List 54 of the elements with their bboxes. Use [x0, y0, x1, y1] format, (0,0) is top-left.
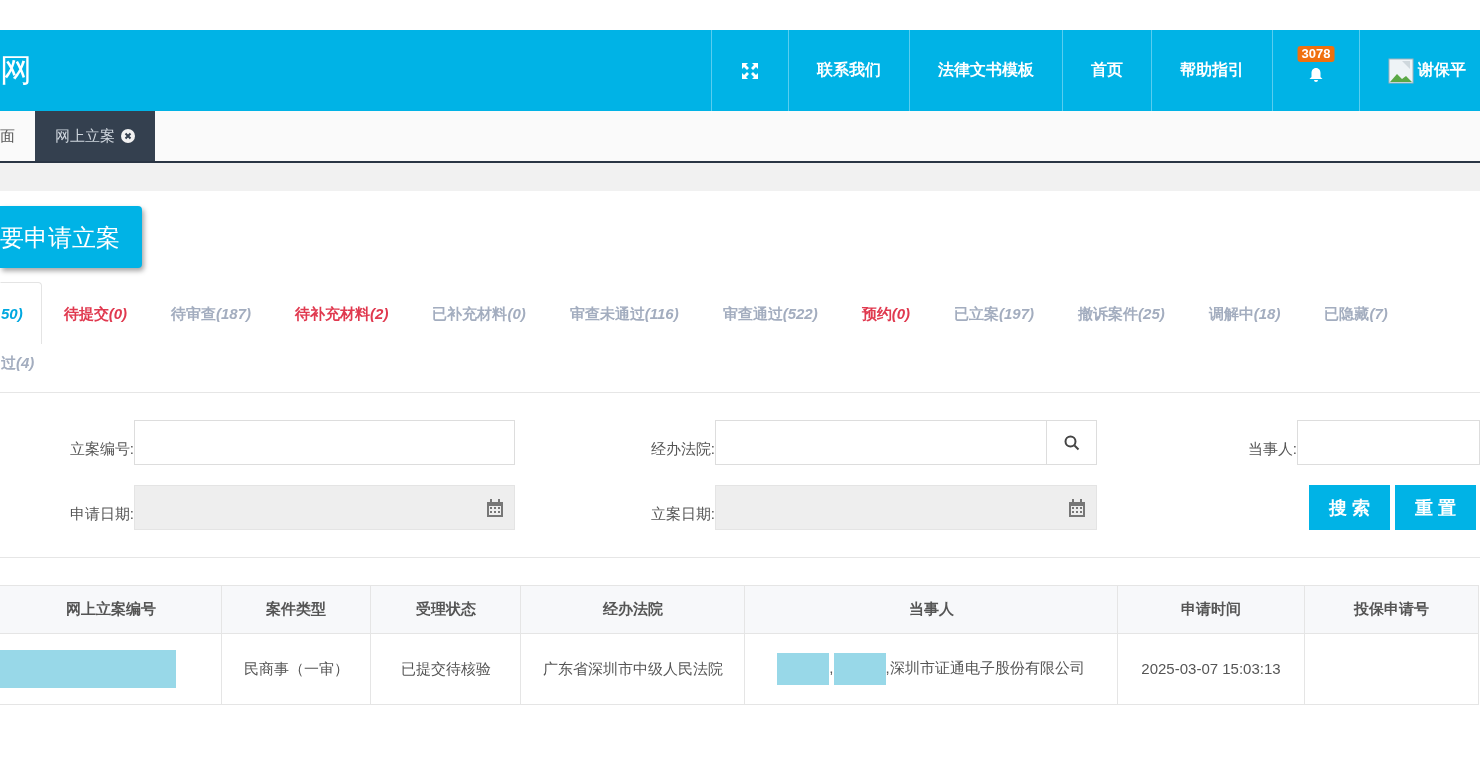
input-field[interactable] — [715, 420, 1047, 465]
column-header[interactable]: 经办法院 — [520, 585, 745, 634]
status-tab[interactable]: 待提交(0) — [41, 282, 150, 344]
status-tab[interactable]: 待补充材料(2) — [273, 282, 411, 344]
status-tab[interactable]: 撤诉案件(25) — [1056, 282, 1187, 344]
field-label: 立案编号: — [69, 440, 134, 459]
date-field[interactable] — [134, 485, 515, 530]
status-tab[interactable]: 50) — [0, 282, 42, 344]
status-tab[interactable]: 待审查(187) — [149, 282, 274, 344]
table-cell: 2025-03-07 15:03:13 — [1117, 633, 1305, 705]
cell-text: ,深圳市证通电子股份有限公司 — [885, 658, 1085, 676]
field-label: 经办法院: — [650, 440, 715, 459]
status-tab[interactable]: 过(4) — [0, 344, 57, 380]
field-label: 立案日期: — [650, 505, 715, 524]
reset-button[interactable]: 重 置 — [1395, 485, 1476, 530]
page-tab[interactable]: 网上立案 — [35, 111, 155, 161]
field-label: 申请日期: — [69, 505, 134, 524]
search-icon — [1063, 434, 1080, 451]
table-cell: 广东省深圳市中级人民法院 — [520, 633, 745, 705]
field-label: 当事人: — [1247, 440, 1297, 459]
column-header[interactable]: 投保申请号 — [1304, 585, 1479, 634]
input-field[interactable] — [134, 420, 515, 465]
status-tab[interactable]: 审查通过(522) — [700, 282, 840, 344]
redaction-block — [833, 653, 886, 685]
input-field[interactable] — [1297, 420, 1480, 465]
redaction-block — [777, 653, 830, 685]
column-header[interactable]: 当事人 — [744, 585, 1118, 634]
status-tab[interactable]: 已补充材料(0) — [410, 282, 548, 344]
apply-case-button[interactable]: 要申请立案 — [0, 206, 142, 268]
notification-badge: 3078 — [1297, 46, 1335, 62]
status-tab[interactable]: 审查未通过(116) — [547, 282, 701, 344]
search-button[interactable]: 搜 索 — [1309, 485, 1390, 530]
column-header[interactable]: 网上立案编号 — [0, 585, 222, 634]
calendar-icon[interactable] — [1068, 497, 1086, 518]
cell-text: , — [829, 658, 834, 676]
site-logo: 网 — [0, 50, 33, 90]
date-field[interactable] — [715, 485, 1097, 530]
status-tab[interactable]: 已隐藏(7) — [1302, 282, 1410, 344]
column-header[interactable]: 受理状态 — [370, 585, 521, 634]
image-placeholder-icon — [1388, 57, 1414, 84]
table-cell: 民商事（一审） — [221, 633, 371, 705]
status-tab[interactable]: 预约(0) — [839, 282, 933, 344]
table-cell: 已提交待核验 — [370, 633, 521, 705]
bell-icon — [1308, 66, 1324, 83]
close-icon[interactable] — [121, 129, 135, 143]
status-tab[interactable]: 已立案(197) — [932, 282, 1057, 344]
page-tab[interactable]: 面 — [0, 111, 35, 161]
status-tab[interactable]: 调解中(18) — [1186, 282, 1303, 344]
fullscreen-icon — [741, 61, 759, 80]
search-button[interactable] — [1047, 420, 1097, 465]
calendar-icon[interactable] — [486, 497, 504, 518]
column-header[interactable]: 案件类型 — [221, 585, 371, 634]
column-header[interactable]: 申请时间 — [1117, 585, 1305, 634]
user-name: 谢保平 — [1418, 60, 1466, 80]
